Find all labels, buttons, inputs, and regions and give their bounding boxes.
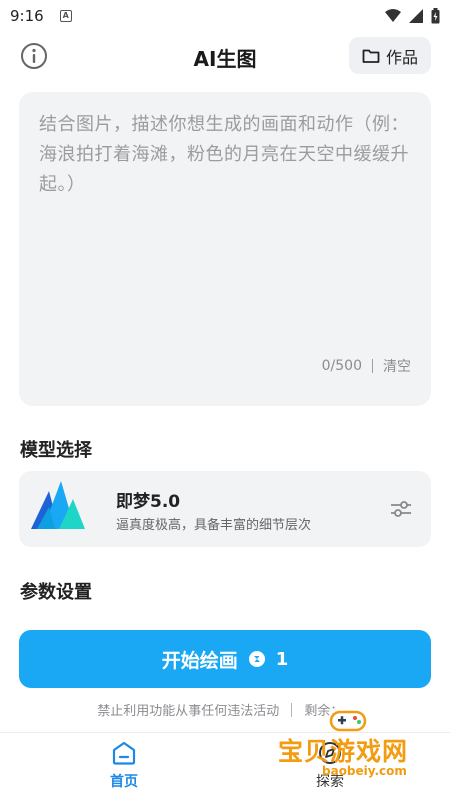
credit-icon: [248, 651, 265, 667]
start-label: 开始绘画: [161, 649, 238, 672]
wifi-icon: [385, 9, 401, 22]
app-header: AI生图 作品: [0, 36, 450, 76]
works-button[interactable]: 作品: [349, 37, 431, 74]
model-section-title: 模型选择: [20, 440, 92, 461]
signal-icon: [409, 9, 423, 23]
home-icon: [112, 741, 136, 765]
battery-icon: [431, 8, 440, 24]
prompt-placeholder: 结合图片，描述你想生成的画面和动作（例：海浪拍打着海滩，粉色的月亮在天空中缓缓升…: [39, 114, 409, 195]
nav-label-home: 首页: [110, 774, 138, 790]
status-bar: 9:16 A: [0, 0, 450, 32]
folder-icon: [362, 49, 380, 63]
model-description: 逼真度极高，具备丰富的细节层次: [116, 518, 312, 533]
model-logo-icon: [31, 481, 85, 529]
watermark-title: 宝贝游戏网: [278, 737, 409, 766]
params-section-title: 参数设置: [20, 582, 92, 603]
credit-count: 1: [275, 648, 289, 670]
works-label: 作品: [385, 47, 418, 67]
watermark-logo: 宝贝游戏网 baobeiy.com: [276, 704, 446, 784]
clear-button[interactable]: 清空: [383, 356, 411, 376]
sliders-icon[interactable]: [389, 497, 413, 521]
status-time: 9:16: [10, 7, 44, 25]
watermark-url: baobeiy.com: [322, 764, 407, 778]
notification-app-icon: A: [59, 10, 72, 22]
nav-item-home[interactable]: 首页: [94, 741, 154, 797]
notice-text: 禁止利用功能从事任何违法活动: [97, 704, 280, 719]
prompt-input[interactable]: 结合图片，描述你想生成的画面和动作（例：海浪拍打着海滩，粉色的月亮在天空中缓缓升…: [19, 92, 431, 406]
status-icons: [385, 8, 440, 24]
char-counter: 0/500: [321, 358, 362, 374]
prompt-meta: 0/500 清空: [322, 356, 411, 376]
start-drawing-button[interactable]: 开始绘画 1: [19, 630, 431, 688]
model-card[interactable]: 即梦5.0 逼真度极高，具备丰富的细节层次: [19, 471, 431, 547]
model-name: 即梦5.0: [116, 492, 181, 512]
divider: [372, 359, 373, 373]
